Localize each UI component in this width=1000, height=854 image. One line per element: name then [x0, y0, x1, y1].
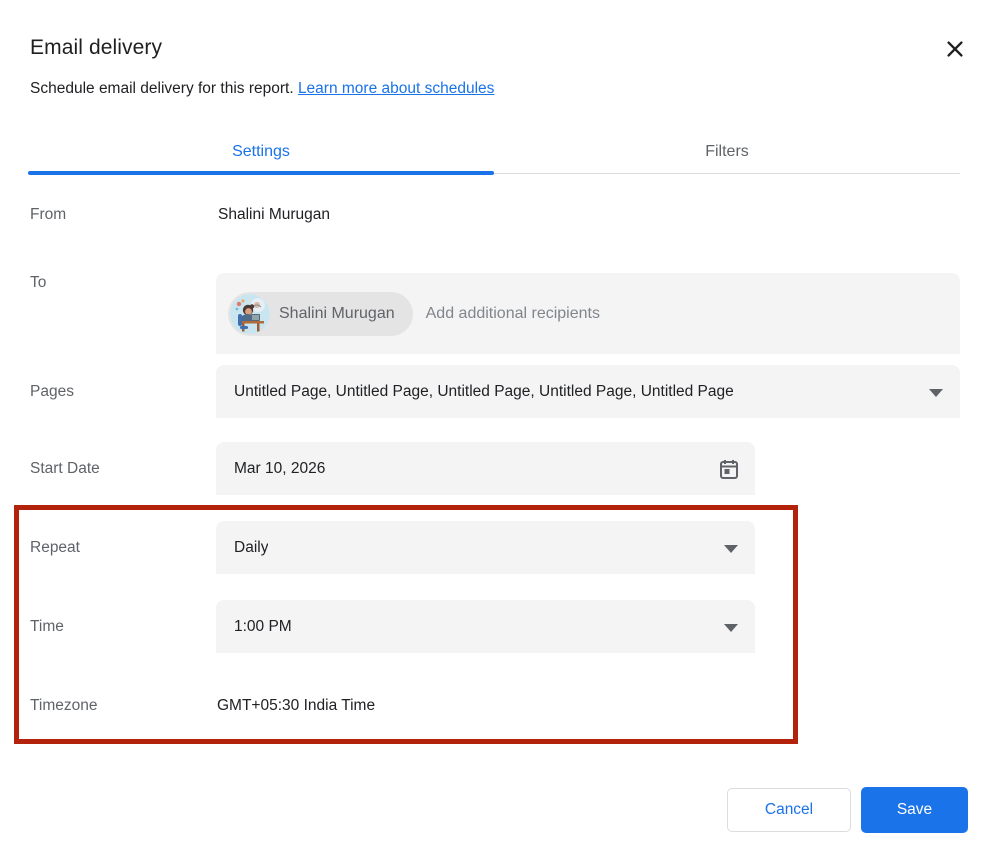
to-label: To	[30, 274, 46, 292]
add-recipients-placeholder[interactable]: Add additional recipients	[426, 305, 600, 323]
start-date-value: Mar 10, 2026	[216, 460, 325, 478]
save-button[interactable]: Save	[861, 787, 968, 833]
avatar	[230, 294, 270, 334]
tab-settings-label: Settings	[232, 143, 290, 161]
calendar-icon[interactable]	[717, 457, 741, 481]
tab-settings[interactable]: Settings	[28, 130, 494, 173]
repeat-label: Repeat	[30, 539, 80, 557]
recipients-field[interactable]: Shalini Murugan Add additional recipient…	[216, 273, 960, 354]
dialog-subtitle: Schedule email delivery for this report.…	[30, 80, 494, 98]
cancel-button[interactable]: Cancel	[727, 788, 851, 832]
repeat-value: Daily	[216, 539, 268, 557]
from-label: From	[30, 206, 66, 224]
timezone-value: GMT+05:30 India Time	[217, 697, 375, 715]
start-date-picker[interactable]: Mar 10, 2026	[216, 442, 755, 495]
tab-filters[interactable]: Filters	[494, 130, 960, 173]
pages-label: Pages	[30, 383, 74, 401]
pages-value: Untitled Page, Untitled Page, Untitled P…	[216, 383, 734, 401]
pages-dropdown[interactable]: Untitled Page, Untitled Page, Untitled P…	[216, 365, 960, 418]
close-button[interactable]	[941, 36, 969, 64]
start-date-label: Start Date	[30, 460, 100, 478]
chevron-down-icon	[929, 389, 943, 397]
chevron-down-icon	[724, 545, 738, 553]
subtitle-text: Schedule email delivery for this report.	[30, 80, 298, 97]
time-dropdown[interactable]: 1:00 PM	[216, 600, 755, 653]
chevron-down-icon	[724, 624, 738, 632]
recipient-chip-name: Shalini Murugan	[279, 305, 395, 323]
recipient-chip[interactable]: Shalini Murugan	[228, 292, 413, 336]
tab-bar: Settings Filters	[28, 130, 960, 174]
time-value: 1:00 PM	[216, 618, 292, 636]
dialog-title: Email delivery	[30, 36, 162, 60]
repeat-dropdown[interactable]: Daily	[216, 521, 755, 574]
learn-more-link[interactable]: Learn more about schedules	[298, 80, 494, 97]
time-label: Time	[30, 618, 64, 636]
tab-filters-label: Filters	[705, 143, 749, 161]
from-value: Shalini Murugan	[218, 206, 330, 224]
email-delivery-dialog: Email delivery Schedule email delivery f…	[0, 0, 1000, 854]
close-icon	[944, 38, 966, 63]
timezone-label: Timezone	[30, 697, 97, 715]
